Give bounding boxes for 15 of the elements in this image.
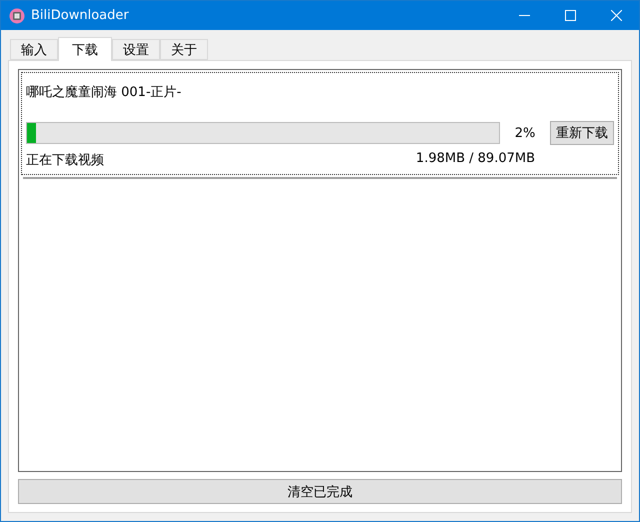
clear-completed-button[interactable]: 清空已完成 [18, 479, 622, 504]
progress-percent: 2% [514, 126, 536, 140]
redownload-button[interactable]: 重新下载 [550, 121, 614, 145]
tab[interactable]: 关于 [160, 39, 208, 60]
download-status: 正在下载视频 [26, 152, 105, 169]
tab[interactable]: 下载 [58, 37, 112, 61]
maximize-icon [564, 10, 576, 21]
tab[interactable]: 输入 [10, 39, 58, 60]
download-size: 1.98MB / 89.07MB [416, 151, 535, 168]
window-title: BiliDownloader [31, 8, 130, 23]
download-item[interactable]: 哪吒之魔童闹海 001-正片- 2% 重新下载 正在下载视频 1.98MB / 89.07MB [21, 72, 619, 175]
video-title: 哪吒之魔童闹海 001-正片- [26, 84, 182, 102]
close-icon [610, 10, 622, 21]
app-logo-icon [9, 8, 25, 24]
tab[interactable]: 设置 [112, 39, 160, 60]
